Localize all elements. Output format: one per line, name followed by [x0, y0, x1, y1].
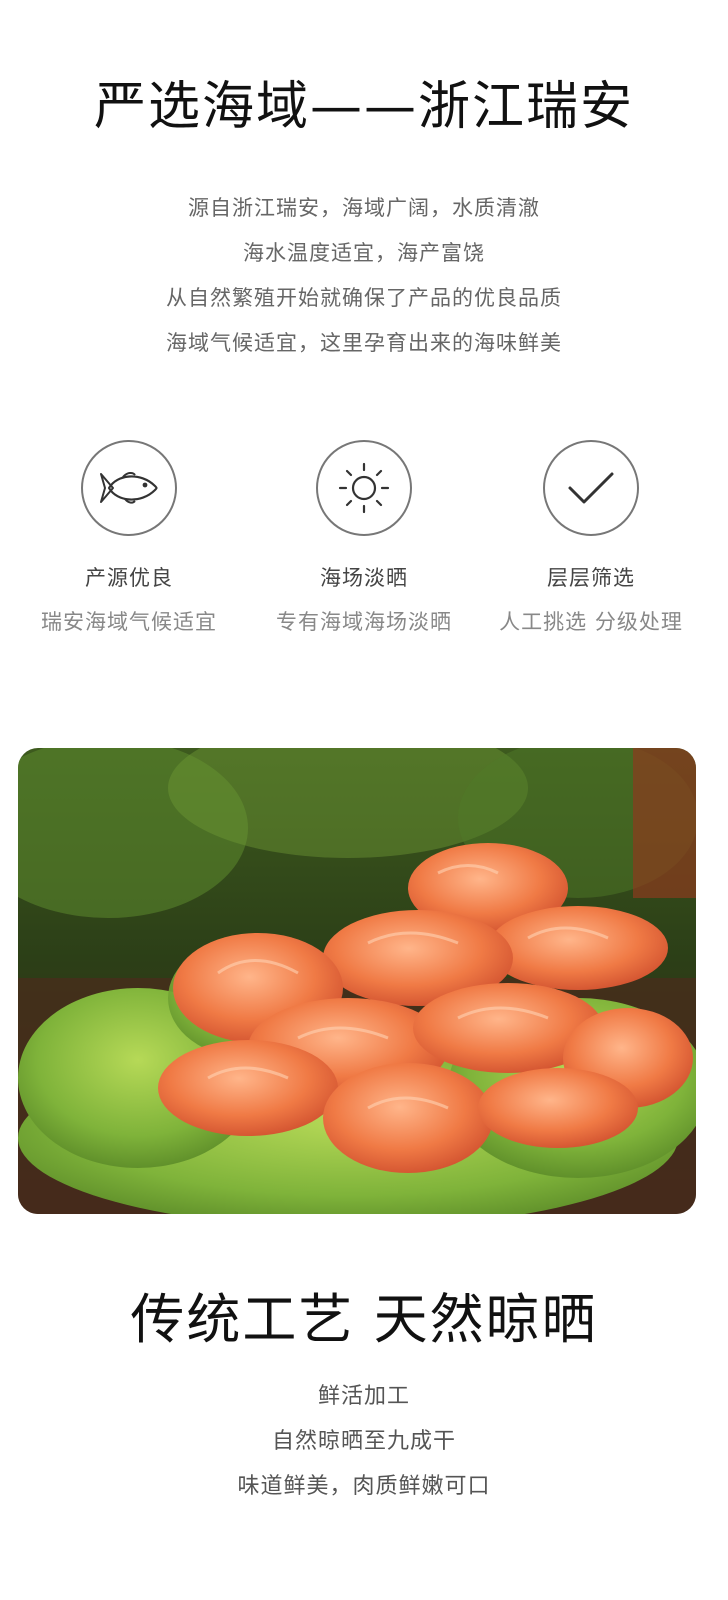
description-line: 从自然繁殖开始就确保了产品的优良品质 [166, 286, 562, 310]
fish-icon [81, 440, 177, 536]
checkmark-icon [543, 440, 639, 536]
description-line: 海水温度适宜，海产富饶 [243, 241, 485, 265]
section-title-sea-area: 严选海域——浙江瑞安 [93, 77, 634, 137]
description-line: 海域气候适宜，这里孕育出来的海味鲜美 [166, 331, 562, 355]
section-title-traditional-craft: 传统工艺 天然晾晒 [130, 1288, 598, 1351]
description-line: 自然晾晒至九成干 [271, 1429, 456, 1454]
feature-list: 产源优良 瑞安海域气候适宜 海场淡晒 专有海域海场淡晒 层层筛选 人工挑选 分级… [0, 440, 728, 640]
section-description-sea-area: 源自浙江瑞安，海域广阔，水质清澈 海水温度适宜，海产富饶 从自然繁殖开始就确保了… [0, 192, 728, 372]
sun-icon [316, 440, 412, 536]
description-line: 鲜活加工 [317, 1384, 410, 1409]
feature-title: 海场淡晒 [320, 566, 408, 590]
feature-title: 层层筛选 [547, 566, 635, 590]
dried-shrimp-photo [18, 748, 696, 1214]
description-line: 源自浙江瑞安，海域广阔，水质清澈 [188, 196, 540, 220]
feature-subtitle: 瑞安海域气候适宜 [41, 610, 217, 634]
feature-item-sun-drying: 海场淡晒 专有海域海场淡晒 [250, 440, 478, 636]
feature-title: 产源优良 [85, 566, 173, 590]
feature-item-origin: 产源优良 瑞安海域气候适宜 [15, 440, 243, 636]
feature-subtitle: 专有海域海场淡晒 [276, 610, 452, 634]
feature-subtitle: 人工挑选 分级处理 [499, 610, 683, 634]
feature-item-screening: 层层筛选 人工挑选 分级处理 [477, 440, 705, 636]
section-description-traditional-craft: 鲜活加工 自然晾晒至九成干 味道鲜美，肉质鲜嫩可口 [0, 1382, 728, 1517]
description-line: 味道鲜美，肉质鲜嫩可口 [237, 1474, 491, 1499]
